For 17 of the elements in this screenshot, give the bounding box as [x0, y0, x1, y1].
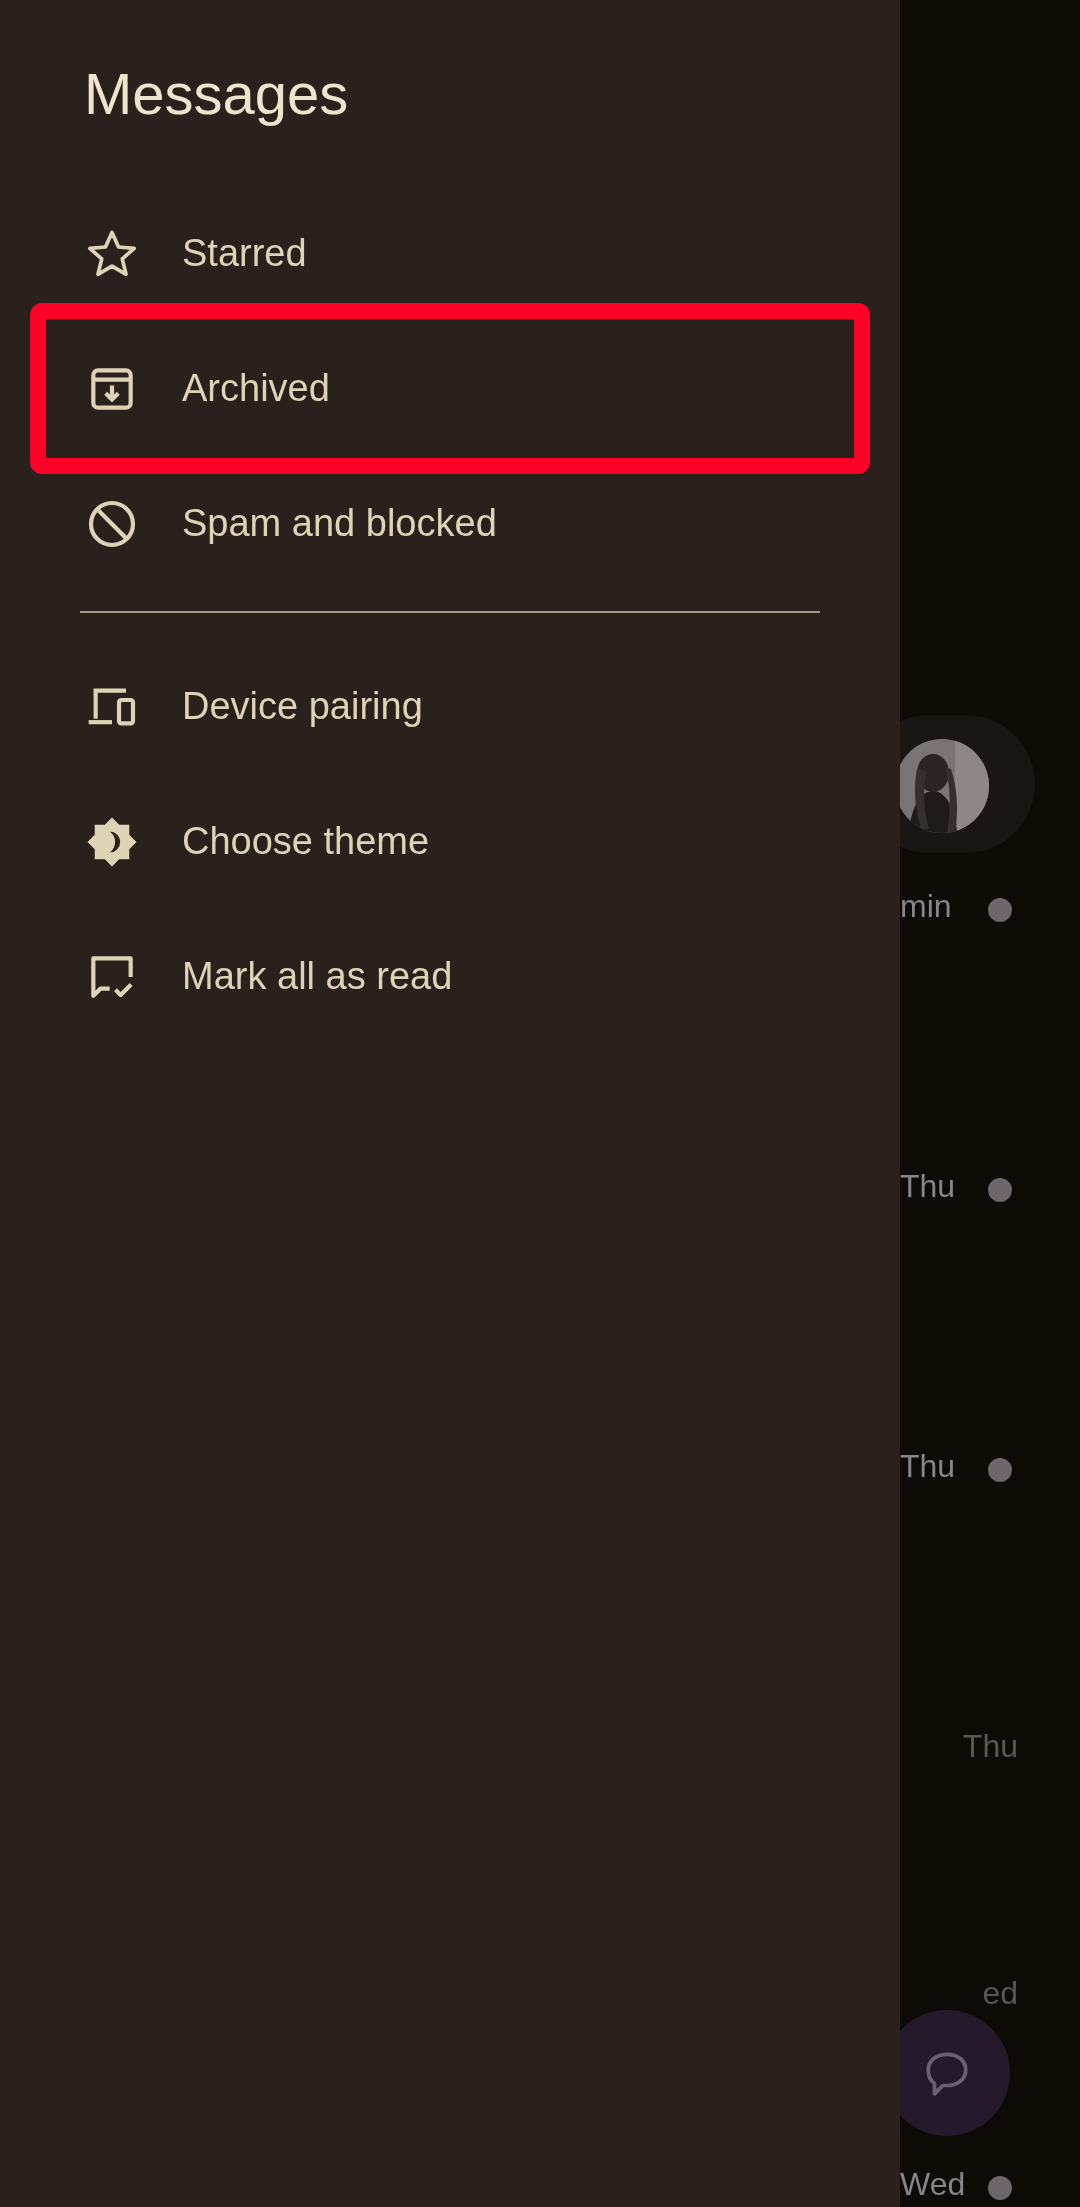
drawer-title: Messages — [83, 60, 350, 128]
unread-dot — [988, 898, 1012, 922]
menu-item[interactable]: Archived — [0, 321, 900, 456]
conversation-time: min — [900, 888, 952, 925]
conversation-time: Thu — [900, 1168, 956, 1205]
menu-item[interactable]: Choose theme — [0, 774, 900, 909]
unread-dot — [988, 1458, 1012, 1482]
menu-item[interactable]: Spam and blocked — [0, 456, 900, 591]
conversation-time: Wed — [900, 2166, 966, 2203]
conversation-time: Thu — [900, 1448, 956, 1485]
unread-dot — [988, 1178, 1012, 1202]
conversation-time: Thu — [962, 1728, 1018, 1765]
menu-item[interactable]: Starred — [0, 186, 900, 321]
unread-dot — [988, 2176, 1012, 2200]
conversation-time: ed — [982, 1975, 1018, 2012]
menu-item[interactable]: Device pairing — [0, 639, 900, 774]
menu-item[interactable]: Mark all as read — [0, 909, 900, 1044]
